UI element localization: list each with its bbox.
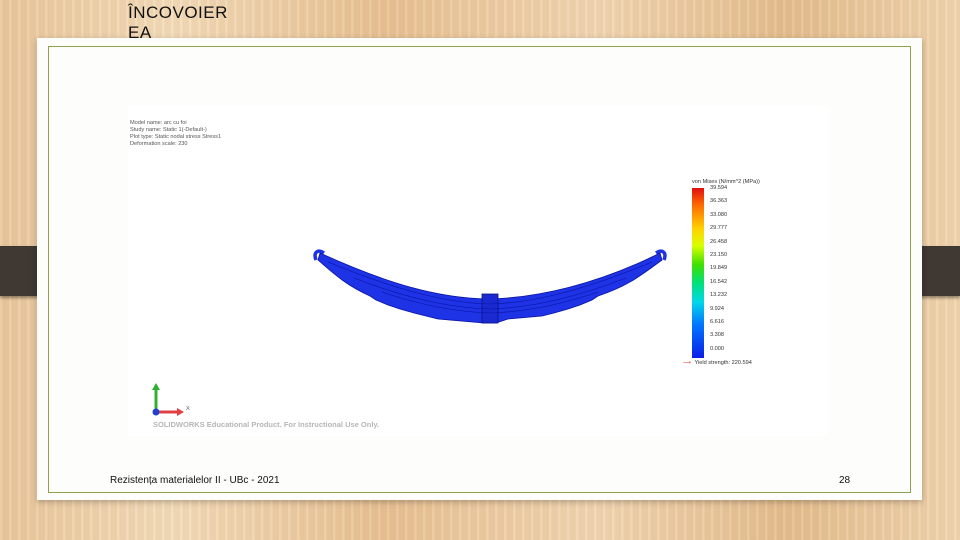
- footer-text: Rezistența materialelor II - UBc - 2021: [110, 475, 280, 486]
- colorbar-tick-label: 39.594: [710, 185, 728, 191]
- colorbar-tick-label: 29.777: [710, 225, 728, 232]
- yield-strength-label: Yield strength: 220.594: [694, 360, 752, 366]
- coordinate-triad: X: [152, 383, 190, 416]
- axis-y-arrowhead-icon: [152, 383, 160, 390]
- stress-colorbar: [692, 188, 704, 358]
- colorbar-tick-label: 36.363: [710, 198, 728, 205]
- solidworks-watermark: SOLIDWORKS Educational Product. For Inst…: [153, 420, 380, 429]
- colorbar-tick-label: 26.458: [710, 238, 728, 245]
- slide-card: Model name: arc cu foi Study name: Stati…: [37, 38, 922, 500]
- yield-arrow-icon: ⟶: [683, 360, 692, 366]
- colorbar-tick-label: 9.924: [710, 305, 724, 312]
- axis-x-label: X: [186, 406, 190, 412]
- colorbar-tick-label: 33.080: [710, 211, 728, 218]
- colorbar-tick-label: 0.000: [710, 345, 724, 352]
- colorbar-tick-label: 16.542: [710, 278, 728, 285]
- slide-title: ÎNCOVOIER EA: [128, 3, 238, 43]
- colorbar-tick-label: 13.232: [710, 292, 728, 299]
- axis-x-arrowhead-icon: [177, 408, 184, 416]
- yield-strength-row: ⟶ Yield strength: 220.594: [683, 360, 752, 366]
- slide-title-line-1: ÎNCOVOIER: [128, 3, 228, 22]
- colorbar-tick-label: 19.849: [710, 265, 728, 272]
- page-number: 28: [839, 475, 851, 486]
- simulation-image: Model name: arc cu foi Study name: Stati…: [128, 106, 828, 436]
- colorbar-tick-label: 3.308: [710, 332, 724, 339]
- colorbar-tick-label: 23.150: [710, 252, 728, 258]
- axis-z-icon: [152, 408, 160, 416]
- colorbar-tick-label: 6.616: [710, 319, 724, 325]
